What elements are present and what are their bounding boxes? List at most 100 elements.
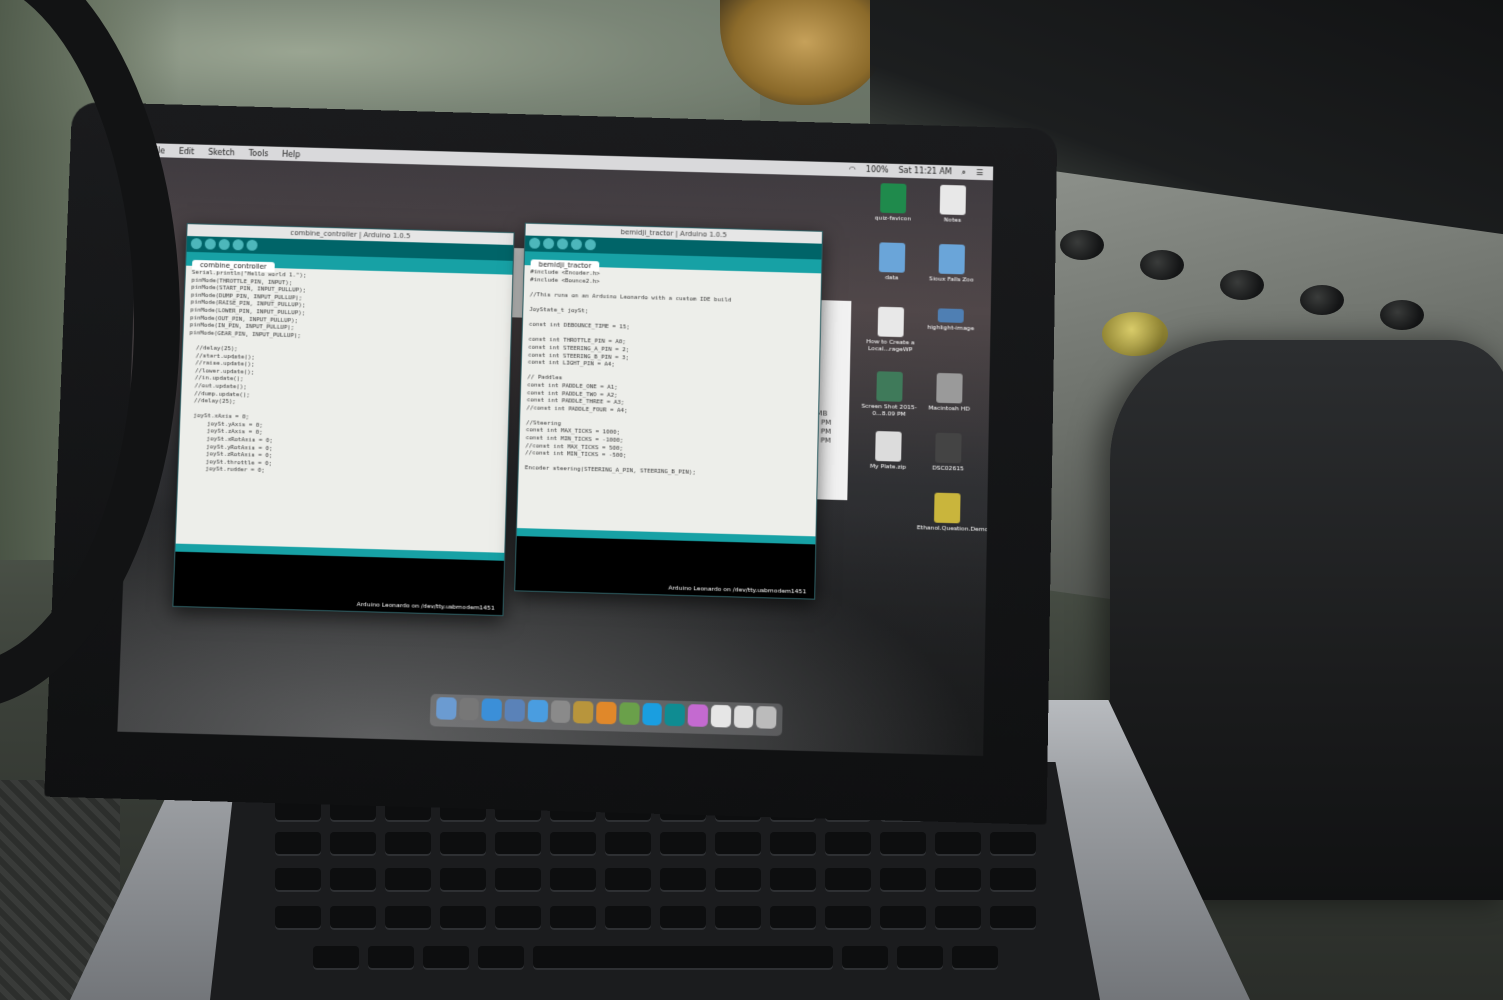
image-icon bbox=[937, 308, 964, 323]
desktop-icon-notes[interactable]: Notes bbox=[923, 184, 983, 224]
code-editor[interactable]: #include <Encoder.h> #include <Bounce2.h… bbox=[518, 265, 821, 485]
board-status: Arduino Leonardo on /dev/tty.usbmodem145… bbox=[356, 600, 495, 612]
key bbox=[879, 868, 926, 892]
code-editor[interactable]: Serial.println("Hello world 1."); pinMod… bbox=[178, 266, 512, 487]
key bbox=[274, 906, 321, 930]
evernote-icon[interactable] bbox=[618, 702, 640, 726]
desktop-icon-screen-shot[interactable]: Screen Shot 2015-0...8.09 PM bbox=[859, 371, 920, 418]
desktop-icon-sioux-falls-zoo[interactable]: Sioux Falls Zoo bbox=[922, 244, 982, 284]
key bbox=[439, 832, 486, 856]
desktop-icon-label: DSC02615 bbox=[932, 464, 964, 473]
spacebar bbox=[532, 946, 833, 970]
desktop-icon-how-to[interactable]: How to Create a Local...rageWP bbox=[860, 306, 921, 353]
trash-icon[interactable] bbox=[756, 706, 777, 729]
key bbox=[549, 868, 596, 892]
menu-sketch[interactable]: Sketch bbox=[208, 147, 235, 157]
open-icon[interactable] bbox=[232, 239, 244, 251]
key bbox=[384, 868, 431, 892]
key bbox=[659, 906, 706, 930]
arduino-window-combine[interactable]: combine_controller | Arduino 1.0.5 combi… bbox=[172, 223, 515, 617]
folder-icon bbox=[878, 242, 906, 273]
key bbox=[824, 832, 871, 856]
open-icon[interactable] bbox=[570, 238, 583, 250]
menu-tools[interactable]: Tools bbox=[249, 148, 269, 157]
document-icon bbox=[877, 306, 905, 338]
desktop-icon-my-plate[interactable]: My Plate.zip bbox=[858, 430, 919, 472]
control-knob bbox=[1380, 300, 1424, 330]
key bbox=[274, 832, 321, 856]
key bbox=[477, 946, 524, 970]
app-store-icon[interactable] bbox=[527, 699, 548, 723]
finder-icon[interactable] bbox=[435, 697, 457, 720]
itunes-icon[interactable] bbox=[687, 704, 709, 727]
yellow-control-knob bbox=[1102, 312, 1168, 356]
launchpad-icon[interactable] bbox=[458, 697, 480, 721]
upload-icon[interactable] bbox=[542, 237, 555, 250]
q-app-icon bbox=[880, 183, 907, 214]
desktop-icon-ethanol[interactable]: Ethanol.Question.Demo.1.01 bbox=[917, 492, 993, 534]
key bbox=[329, 868, 376, 892]
laptop-lid: File Edit Sketch Tools Help ◠ 100% Sat 1… bbox=[44, 101, 1058, 825]
arduino-icon[interactable] bbox=[664, 703, 686, 727]
desktop-icon-label: Sioux Falls Zoo bbox=[929, 275, 974, 284]
menu-help[interactable]: Help bbox=[282, 149, 300, 158]
top-letter-row bbox=[210, 832, 1100, 856]
document-icon[interactable] bbox=[710, 704, 731, 728]
save-icon[interactable] bbox=[246, 239, 258, 251]
new-icon[interactable] bbox=[218, 238, 230, 251]
menu-edit[interactable]: Edit bbox=[179, 146, 195, 155]
system-preferences-icon[interactable] bbox=[550, 700, 571, 724]
key bbox=[934, 868, 981, 892]
key bbox=[879, 906, 926, 930]
desktop-icon-label: How to Create a Local...rageWP bbox=[866, 338, 915, 354]
battery-status[interactable]: 100% bbox=[866, 165, 889, 175]
search-icon[interactable]: ⌕ bbox=[962, 168, 967, 178]
downloads-icon[interactable] bbox=[733, 705, 754, 729]
seat-armrest bbox=[1110, 340, 1503, 900]
desktop-icon-dsc02615[interactable]: DSC02615 bbox=[918, 432, 979, 473]
desktop-icon-label: highlight-image bbox=[926, 323, 975, 333]
vlc-icon[interactable] bbox=[596, 701, 617, 725]
key bbox=[951, 946, 998, 970]
arduino-window-bemidji[interactable]: bemidji_tractor | Arduino 1.0.5 bemidji_… bbox=[514, 222, 824, 600]
key bbox=[422, 946, 469, 970]
key bbox=[604, 906, 651, 930]
desktop-icon-macintosh-hd[interactable]: Macintosh HD bbox=[919, 372, 980, 413]
clock[interactable]: Sat 11:21 AM bbox=[898, 166, 951, 177]
new-icon[interactable] bbox=[556, 238, 569, 250]
preview-icon[interactable] bbox=[573, 700, 594, 724]
key bbox=[824, 906, 871, 930]
save-icon[interactable] bbox=[584, 239, 596, 251]
desktop-icon-highlight-image[interactable]: highlight-image bbox=[921, 308, 981, 332]
safari-icon[interactable] bbox=[481, 698, 503, 722]
key bbox=[841, 946, 888, 970]
key bbox=[879, 832, 926, 856]
key bbox=[769, 906, 816, 930]
verify-icon[interactable] bbox=[529, 237, 541, 249]
desktop-icon-quiz-favicon[interactable]: quiz-favicon bbox=[863, 183, 923, 223]
skype-icon[interactable] bbox=[641, 702, 663, 726]
key bbox=[312, 946, 359, 970]
photo-scene: File Edit Sketch Tools Help ◠ 100% Sat 1… bbox=[0, 0, 1503, 1000]
list-icon[interactable]: ☰ bbox=[976, 168, 983, 178]
key bbox=[494, 868, 541, 892]
key bbox=[494, 906, 541, 930]
wifi-icon[interactable]: ◠ bbox=[849, 165, 856, 175]
key bbox=[824, 868, 871, 892]
console-output: Arduino Leonardo on /dev/tty.usbmodem145… bbox=[515, 528, 816, 599]
verify-icon[interactable] bbox=[190, 238, 203, 250]
app-icon bbox=[933, 492, 961, 524]
folder-icon bbox=[938, 244, 965, 275]
desktop-icon-label: My Plate.zip bbox=[869, 462, 907, 471]
key bbox=[494, 832, 541, 856]
desktop-icon-data[interactable]: data bbox=[862, 242, 922, 282]
key bbox=[604, 868, 651, 892]
mail-icon[interactable] bbox=[504, 698, 526, 722]
key bbox=[367, 946, 414, 970]
key bbox=[384, 832, 431, 856]
key bbox=[329, 906, 376, 930]
key bbox=[769, 832, 816, 856]
key bbox=[989, 832, 1036, 856]
upload-icon[interactable] bbox=[204, 238, 216, 250]
key bbox=[714, 832, 761, 856]
